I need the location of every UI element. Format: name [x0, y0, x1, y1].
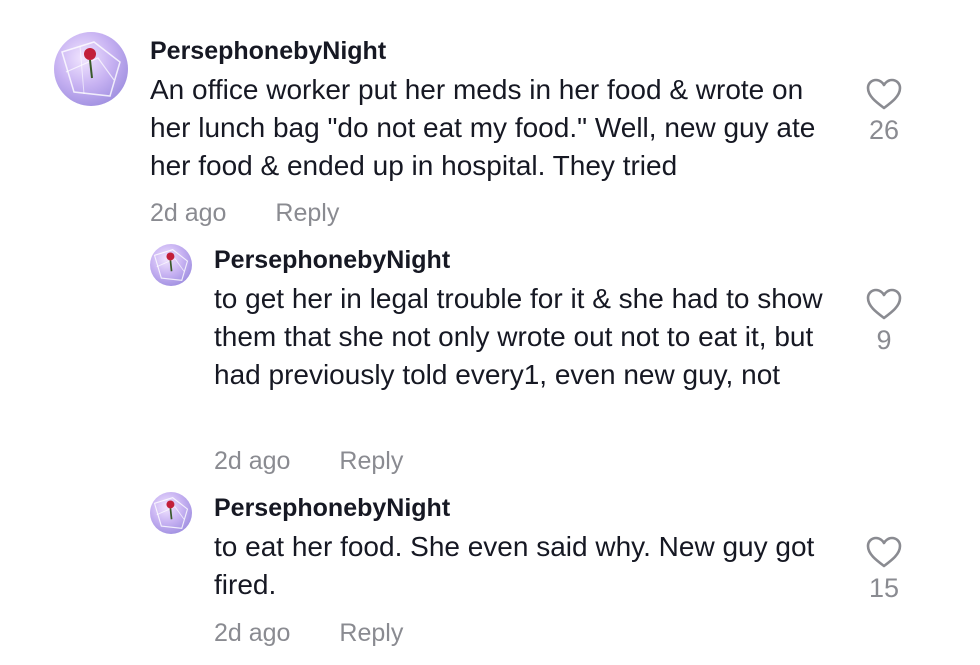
comment-time: 2d ago — [214, 447, 291, 475]
comment-username[interactable]: PersephonebyNight — [150, 36, 386, 66]
reply-button[interactable]: Reply — [275, 199, 339, 227]
like-button[interactable]: 9 — [864, 288, 904, 356]
reply-button[interactable]: Reply — [339, 619, 403, 647]
heart-outline-icon[interactable] — [864, 78, 904, 110]
comment-time: 2d ago — [150, 199, 227, 227]
reply-button[interactable]: Reply — [339, 447, 403, 475]
reply-comment: PersephonebyNight to eat her food. She e… — [0, 488, 980, 665]
like-button[interactable]: 26 — [864, 78, 904, 146]
comment-meta: 2d ago Reply — [150, 198, 339, 228]
reply-comment: PersephonebyNight to get her in legal tr… — [0, 240, 980, 490]
comment-time: 2d ago — [214, 619, 291, 647]
like-count: 26 — [868, 115, 900, 145]
like-count: 15 — [868, 573, 900, 603]
avatar[interactable] — [150, 244, 192, 286]
comment-username[interactable]: PersephonebyNight — [214, 493, 450, 523]
comment-text: An office worker put her meds in her foo… — [150, 74, 816, 181]
comment-meta: 2d ago Reply — [214, 446, 403, 476]
heart-outline-icon[interactable] — [864, 536, 904, 568]
comment-text: to eat her food. She even said why. New … — [214, 531, 815, 600]
avatar[interactable] — [54, 32, 128, 106]
comment-text: to get her in legal trouble for it & she… — [214, 283, 823, 390]
heart-outline-icon[interactable] — [864, 288, 904, 320]
comment-username[interactable]: PersephonebyNight — [214, 245, 450, 275]
comment-meta: 2d ago Reply — [214, 618, 403, 648]
like-button[interactable]: 15 — [864, 536, 904, 604]
avatar[interactable] — [150, 492, 192, 534]
comment: PersephonebyNight An office worker put h… — [0, 0, 980, 240]
like-count: 9 — [876, 325, 892, 355]
